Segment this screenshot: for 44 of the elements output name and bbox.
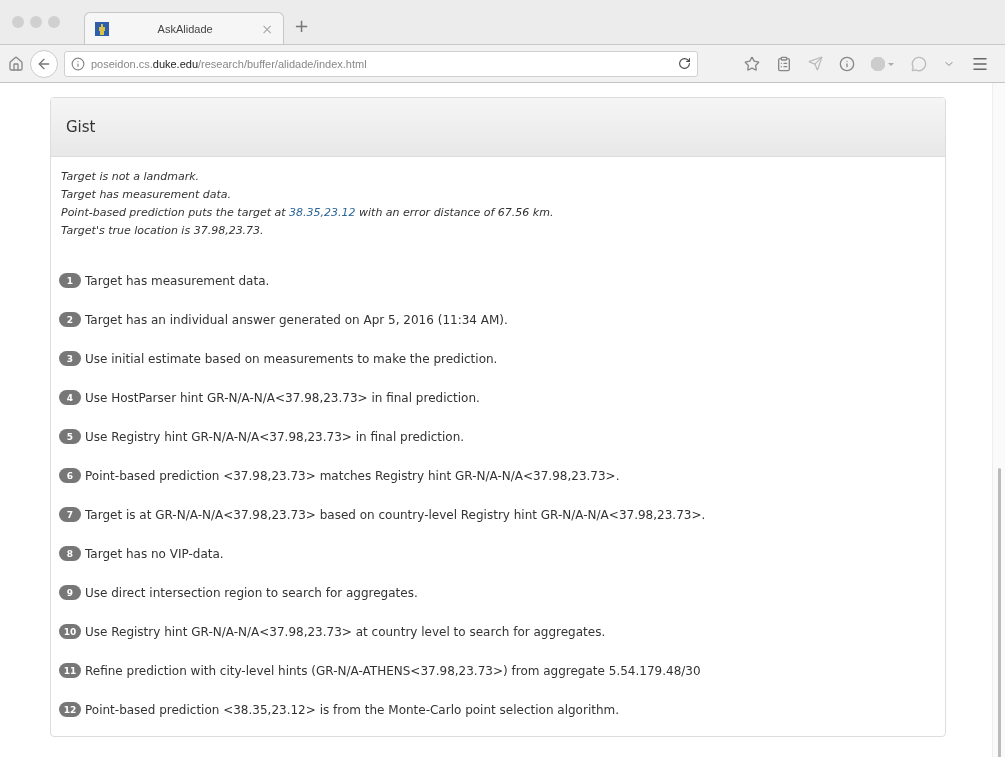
- step-text: Point-based prediction <37.98,23.73> matches Registry hint GR-N/A-N/A<37.98,23.73>.: [85, 468, 620, 483]
- coordinates-link[interactable]: 38.35,23.12: [289, 206, 356, 219]
- step-number: 11: [59, 663, 81, 678]
- info-icon[interactable]: [839, 55, 855, 72]
- summary-line: Target has measurement data.: [61, 187, 233, 203]
- step-number: 9: [59, 585, 81, 600]
- step-number: 10: [59, 624, 81, 639]
- step-number: 2: [59, 312, 81, 327]
- step-text: Use initial estimate based on measurements to make the prediction.: [85, 351, 498, 366]
- step-text: Target has an individual answer generated on Apr 5, 2016 (11:34 AM).: [85, 312, 508, 327]
- panel-title: Gist: [66, 118, 96, 136]
- star-icon[interactable]: [744, 55, 760, 72]
- step-text: Point-based prediction <38.35,23.12> is from the Monte-Carlo point selection algorithm.: [85, 702, 620, 717]
- summary-line: Target's true location is 37.98,23.73.: [61, 223, 265, 239]
- scrollbar-thumb[interactable]: [997, 468, 1001, 757]
- step-text: Target has measurement data.: [85, 273, 270, 288]
- step-number: 12: [59, 702, 81, 717]
- speech-bubble-icon[interactable]: [911, 55, 927, 72]
- step-text: Use direct intersection region to search for aggregates.: [85, 585, 418, 600]
- step-number: 7: [59, 507, 81, 522]
- step-text: Target has no VIP-data.: [85, 546, 224, 561]
- new-tab-button[interactable]: +: [294, 14, 310, 36]
- step-text: Refine prediction with city-level hints (GR-N/A-ATHENS<37.98,23.73>) from aggregate 5.54.179.48/30: [85, 663, 701, 678]
- paper-plane-icon[interactable]: [808, 56, 823, 71]
- summary-line: Target is not a landmark.: [61, 169, 200, 185]
- step-text: Use Registry hint GR-N/A-N/A<37.98,23.73> in final prediction.: [85, 429, 465, 444]
- step-text: Use Registry hint GR-N/A-N/A<37.98,23.73> at country level to search for aggregates.: [85, 624, 606, 639]
- browser-tab[interactable]: AskAlidade ×: [84, 12, 284, 44]
- reload-icon[interactable]: [678, 57, 691, 70]
- step-number: 1: [59, 273, 81, 288]
- step-text: Target is at GR-N/A-N/A<37.98,23.73> based on country-level Registry hint GR-N/A-N/A<37.98,23.73>.: [85, 507, 706, 522]
- info-icon[interactable]: [71, 56, 85, 71]
- home-icon[interactable]: [8, 55, 24, 72]
- step-number: 8: [59, 546, 81, 561]
- step-number: 6: [59, 468, 81, 483]
- step-number: 4: [59, 390, 81, 405]
- step-number: 3: [59, 351, 81, 366]
- step-number: 5: [59, 429, 81, 444]
- clipboard-icon[interactable]: [776, 55, 792, 72]
- back-button[interactable]: [30, 49, 58, 78]
- step-text: Use HostParser hint GR-N/A-N/A<37.98,23.73> in final prediction.: [85, 390, 480, 405]
- summary-line: Point-based prediction puts the target at 38.35,23.12 with an error distance of 67.56 km.: [61, 205, 555, 221]
- statue-icon: [95, 21, 109, 36]
- address-bar[interactable]: poseidon.cs.duke.edu/research/buffer/alidade/index.html: [64, 50, 698, 77]
